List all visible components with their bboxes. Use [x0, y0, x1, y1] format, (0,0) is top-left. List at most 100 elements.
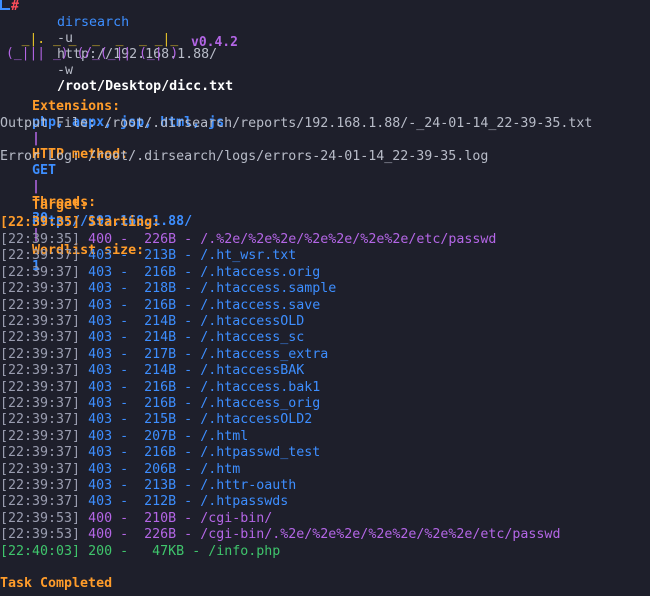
result-row: [22:39:37] 403 - 214B - /.htaccess_sc: [0, 330, 304, 346]
result-size: 226B: [136, 527, 177, 543]
result-row: [22:39:37] 403 - 216B - /.htaccess.save: [0, 298, 320, 314]
result-timestamp: [22:39:37]: [0, 346, 81, 362]
result-separator: -: [112, 379, 137, 395]
http-method-value: GET: [32, 163, 57, 178]
result-status-code: 200: [88, 543, 113, 559]
result-row: [22:39:37] 403 - 212B - /.htpasswds: [0, 494, 288, 510]
result-separator: -: [176, 527, 201, 543]
result-path: /.htaccessBAK: [200, 363, 305, 379]
result-separator: -: [112, 248, 137, 264]
result-timestamp: [22:39:37]: [0, 494, 81, 510]
result-status-code: 403: [88, 346, 113, 362]
result-path: /.htaccess.save: [200, 297, 321, 313]
result-path: /.httr-oauth: [200, 478, 297, 493]
result-separator: -: [112, 428, 137, 444]
result-timestamp: [22:39:53]: [0, 527, 81, 543]
result-timestamp: [22:39:37]: [0, 297, 81, 313]
result-size: 226B: [136, 232, 177, 247]
result-row: [22:39:37] 403 - 213B - /.ht_wsr.txt: [0, 248, 296, 264]
result-separator: -: [112, 461, 137, 477]
result-size: 214B: [136, 363, 177, 379]
result-row: [22:39:53] 400 - 210B - /cgi-bin/: [0, 511, 272, 527]
result-row: [22:39:37] 403 - 215B - /.htaccessOLD2: [0, 412, 312, 428]
result-status-code: 403: [88, 412, 113, 428]
result-separator: -: [112, 297, 137, 313]
result-timestamp: [22:39:53]: [0, 510, 81, 526]
result-path: /.htpasswds: [200, 494, 289, 510]
result-status-code: 403: [88, 445, 113, 461]
result-size: 218B: [136, 281, 177, 297]
task-completed-line: Task Completed: [0, 576, 113, 591]
result-status-code: 400: [88, 232, 113, 247]
result-status-code: 403: [88, 248, 113, 264]
result-row: [22:39:37] 403 - 218B - /.htaccess.sampl…: [0, 281, 336, 297]
result-separator: -: [112, 396, 137, 411]
result-status-code: 400: [88, 510, 113, 526]
result-separator: -: [176, 264, 201, 280]
result-separator: -: [176, 428, 201, 444]
error-log-line: Error Log: /root/.dirsearch/logs/errors-…: [0, 149, 489, 164]
result-path: /cgi-bin/.%2e/%2e%2e/%2e%2e/%2e%2e/etc/p…: [200, 527, 561, 543]
result-separator: -: [176, 232, 201, 247]
result-separator: -: [176, 379, 201, 395]
result-status-code: 403: [88, 494, 113, 510]
version-label: v0.4.2: [191, 35, 238, 50]
result-row: [22:39:37] 403 - 214B - /.htaccessOLD: [0, 314, 304, 330]
command-line[interactable]: dirsearch -u http://192.168.1.88/ -w /ro…: [25, 0, 233, 94]
result-timestamp: [22:39:37]: [0, 428, 81, 444]
result-timestamp: [22:39:37]: [0, 248, 81, 264]
target-label: Target:: [32, 198, 89, 213]
result-timestamp: [22:39:37]: [0, 330, 81, 346]
result-timestamp: [22:39:37]: [0, 412, 81, 428]
extensions-label: Extensions:: [32, 99, 121, 114]
result-separator: -: [112, 543, 137, 559]
result-size: 213B: [136, 248, 177, 264]
result-path: /.htm: [200, 461, 241, 477]
result-size: 214B: [136, 330, 177, 346]
result-timestamp: [22:39:37]: [0, 396, 81, 411]
result-path: /.ht_wsr.txt: [200, 248, 297, 264]
result-size: 214B: [136, 314, 177, 329]
result-size: 216B: [136, 379, 177, 395]
result-path: /.htaccess_sc: [200, 330, 305, 346]
result-status-code: 403: [88, 379, 113, 395]
result-size: 216B: [136, 297, 177, 313]
result-path: /info.php: [208, 543, 281, 559]
result-row: [22:39:37] 403 - 214B - /.htaccessBAK: [0, 363, 304, 379]
result-status-code: 400: [88, 527, 113, 543]
result-path: /.htaccess.bak1: [200, 379, 321, 395]
result-timestamp: [22:39:37]: [0, 264, 81, 280]
result-separator: -: [176, 346, 201, 362]
result-row: [22:40:03] 200 - 47KB - /info.php: [0, 544, 280, 560]
result-status-code: 403: [88, 330, 113, 346]
result-path: /.htaccessOLD: [200, 314, 305, 329]
result-row: [22:39:37] 403 - 216B - /.htaccess.orig: [0, 265, 320, 281]
result-path: /.htaccess.orig: [200, 264, 321, 280]
result-path: /.htaccessOLD2: [200, 412, 313, 428]
result-separator: -: [176, 363, 201, 379]
result-row: [22:39:37] 403 - 216B - /.htaccess.bak1: [0, 380, 320, 396]
result-size: 216B: [136, 264, 177, 280]
result-size: 215B: [136, 412, 177, 428]
terminal-window[interactable]: # dirsearch -u http://192.168.1.88/ -w /…: [0, 0, 650, 596]
result-separator: -: [176, 330, 201, 346]
output-file-line: Output File: /root/.dirsearch/reports/19…: [0, 116, 593, 131]
result-size: 216B: [136, 445, 177, 461]
result-size: 210B: [136, 510, 177, 526]
result-timestamp: [22:39:37]: [0, 379, 81, 395]
result-timestamp: [22:39:37]: [0, 445, 81, 461]
result-status-code: 403: [88, 428, 113, 444]
result-timestamp: [22:39:37]: [0, 281, 81, 297]
result-separator: -: [112, 445, 137, 461]
result-size: 207B: [136, 428, 177, 444]
result-path: /.html: [200, 428, 249, 444]
result-path: /.htaccess.sample: [200, 281, 337, 297]
result-path: /.htaccess_extra: [200, 346, 329, 362]
result-size: 213B: [136, 478, 177, 493]
result-status-code: 403: [88, 461, 113, 477]
result-status-code: 403: [88, 264, 113, 280]
result-row: [22:39:37] 403 - 216B - /.htaccess_orig: [0, 396, 320, 412]
result-row: [22:39:37] 403 - 213B - /.httr-oauth: [0, 478, 296, 494]
result-separator: -: [112, 232, 137, 247]
prompt-corner-icon: [0, 0, 10, 10]
